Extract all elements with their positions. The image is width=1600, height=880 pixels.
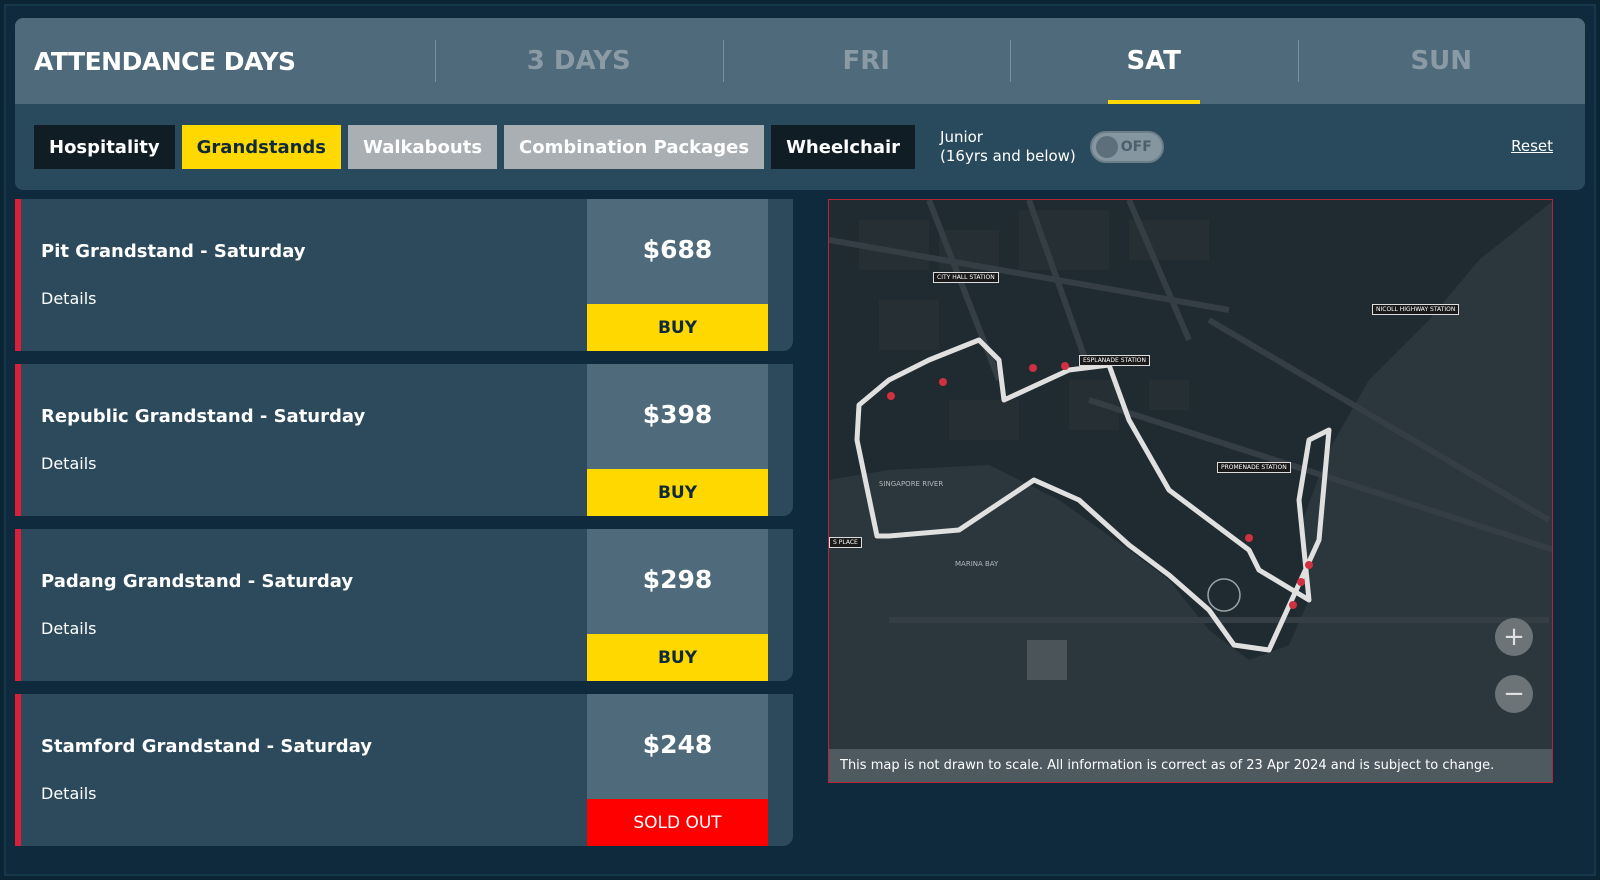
ticket-price: $398 <box>642 400 713 429</box>
ticket-price: $688 <box>642 235 713 264</box>
tab-sun[interactable]: SUN <box>1297 18 1586 104</box>
raffles-place-station-label: S PLACE <box>829 537 862 548</box>
filter-walkabouts-button[interactable]: Walkabouts <box>348 125 498 169</box>
ticket-name: Stamford Grandstand - Saturday <box>41 736 372 757</box>
filter-wheelchair-button[interactable]: Wheelchair <box>771 125 916 169</box>
map-graphic <box>829 200 1552 751</box>
ticket-card: Pit Grandstand - Saturday Details $688 B… <box>15 199 793 351</box>
category-filter-bar: Hospitality Grandstands Walkabouts Combi… <box>15 104 1585 190</box>
tab-fri[interactable]: FRI <box>722 18 1011 104</box>
ticket-card: Republic Grandstand - Saturday Details $… <box>15 364 793 516</box>
filter-grandstands-button[interactable]: Grandstands <box>181 125 342 169</box>
bay-label: MARINA BAY <box>955 560 999 568</box>
map-disclaimer: This map is not drawn to scale. All info… <box>829 749 1552 782</box>
junior-label: Junior (16yrs and below) <box>940 128 1076 165</box>
toggle-state-label: OFF <box>1120 139 1152 155</box>
esplanade-station-label: ESPLANADE STATION <box>1079 355 1151 366</box>
tab-3-days[interactable]: 3 DAYS <box>435 18 723 104</box>
ticket-name: Republic Grandstand - Saturday <box>41 406 366 427</box>
ticket-name: Padang Grandstand - Saturday <box>41 571 354 592</box>
river-label: SINGAPORE RIVER <box>879 480 944 488</box>
circuit-map[interactable]: SINGAPORE RIVER MARINA BAY CITY HALL STA… <box>828 199 1553 783</box>
price-box: $248 SOLD OUT <box>587 694 768 846</box>
price-box: $398 BUY <box>587 364 768 516</box>
filter-panel: ATTENDANCE DAYS 3 DAYS FRI SAT SUN Hospi… <box>15 18 1585 190</box>
ticket-price: $298 <box>642 565 713 594</box>
tab-sat[interactable]: SAT <box>1010 18 1298 104</box>
ticket-name: Pit Grandstand - Saturday <box>41 241 306 262</box>
price-box: $688 BUY <box>587 199 768 351</box>
ticket-price: $248 <box>642 730 713 759</box>
details-link[interactable]: Details <box>41 619 96 638</box>
zoom-in-button[interactable]: + <box>1495 618 1533 656</box>
attendance-days-title: ATTENDANCE DAYS <box>34 46 296 76</box>
junior-toggle[interactable]: OFF <box>1089 131 1164 163</box>
sold-out-badge: SOLD OUT <box>587 799 768 846</box>
buy-button[interactable]: BUY <box>587 304 768 351</box>
ticket-card: Stamford Grandstand - Saturday Details $… <box>15 694 793 846</box>
price-box: $298 BUY <box>587 529 768 681</box>
promenade-station-label: PROMENADE STATION <box>1217 462 1291 473</box>
filter-combination-packages-button[interactable]: Combination Packages <box>504 125 765 169</box>
toggle-knob <box>1095 136 1118 158</box>
reset-link[interactable]: Reset <box>1511 137 1553 155</box>
attendance-days-bar: ATTENDANCE DAYS 3 DAYS FRI SAT SUN <box>15 18 1585 104</box>
zoom-out-button[interactable]: − <box>1495 675 1533 713</box>
details-link[interactable]: Details <box>41 454 96 473</box>
buy-button[interactable]: BUY <box>587 469 768 516</box>
city-hall-station-label: CITY HALL STATION <box>933 272 999 283</box>
details-link[interactable]: Details <box>41 289 96 308</box>
filter-hospitality-button[interactable]: Hospitality <box>34 125 175 169</box>
details-link[interactable]: Details <box>41 784 96 803</box>
buy-button[interactable]: BUY <box>587 634 768 681</box>
ticket-card: Padang Grandstand - Saturday Details $29… <box>15 529 793 681</box>
nicoll-highway-station-label: NICOLL HIGHWAY STATION <box>1372 304 1460 315</box>
